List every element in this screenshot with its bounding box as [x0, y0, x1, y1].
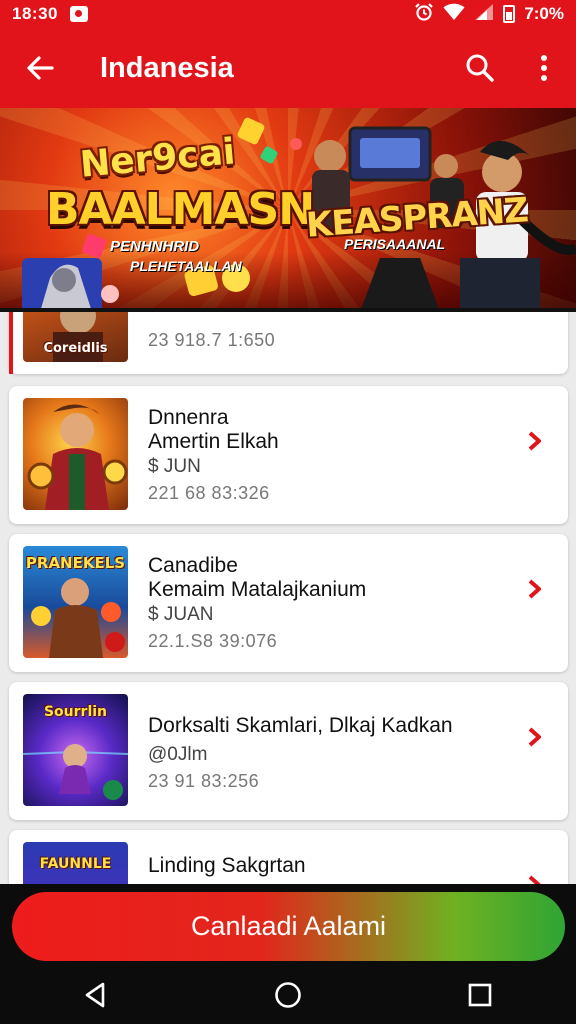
item-text: 23 918.7 1:650: [148, 326, 275, 354]
item-title: Linding Sakgrtan: [148, 854, 306, 877]
chevron-right-icon[interactable]: [524, 430, 546, 452]
item-timestamp: 22.1.S8 39:076: [148, 631, 278, 651]
list-item[interactable]: Coreidlis 23 918.7 1:650: [9, 312, 568, 374]
chevron-right-icon[interactable]: [524, 578, 546, 600]
system-nav-bar: [0, 966, 576, 1024]
banner-subtitle-2: PLEHETAALLAN: [130, 258, 242, 274]
nav-home-button[interactable]: [248, 966, 328, 1024]
item-timestamp: 23 91 83:256: [148, 771, 260, 791]
thumbnail-label: FAUNNLE: [39, 856, 112, 872]
wifi-icon: [443, 3, 465, 26]
nav-recents-icon: [468, 983, 492, 1007]
item-text: Canadibe Kemaim Matalajkanium $ JUAN 22.…: [148, 554, 366, 655]
thumbnail-label: Coreidlis: [43, 341, 108, 356]
item-subtitle: Kemaim Matalajkanium: [148, 578, 367, 601]
thumbnail-label: Sourrlin: [43, 704, 108, 720]
more-vert-icon: [541, 55, 547, 81]
game-thumbnail: PRANEKELS: [23, 546, 128, 658]
promo-banner[interactable]: Ner9cai BAALMASN PENHNHRID PLEHETAALLAN …: [0, 108, 576, 312]
cta-area: Canlaadi Aalami: [0, 884, 576, 966]
status-icons: 7:0%: [414, 2, 564, 27]
item-title: Dorksalti Skamlari, Dlkaj Kadkan: [148, 714, 453, 737]
chevron-right-icon[interactable]: [524, 726, 546, 748]
item-text: Dnnenra Amertin Elkah $ JUN 221 68 83:32…: [148, 406, 279, 507]
back-button[interactable]: [0, 28, 80, 108]
item-meta: @0Jlm: [148, 744, 208, 765]
app-actions: [448, 36, 576, 100]
banner-title-2: BAALMASN: [46, 184, 315, 235]
chevron-right-icon[interactable]: [524, 874, 546, 884]
nav-back-button[interactable]: [56, 966, 136, 1024]
game-thumbnail: FAUNNLE: [23, 842, 128, 884]
active-indicator: [9, 312, 13, 374]
item-title: Canadibe: [148, 554, 238, 577]
game-list[interactable]: Coreidlis 23 918.7 1:650 Dnnenra Amertin…: [0, 312, 576, 884]
item-title: Dnnenra: [148, 406, 229, 429]
game-thumbnail: Sourrlin: [23, 694, 128, 806]
battery-percent: 7:0%: [524, 4, 564, 23]
nav-back-icon: [85, 982, 105, 1008]
item-timestamp: 23 918.7 1:650: [148, 330, 276, 350]
item-subtitle: Amertin Elkah: [148, 430, 279, 453]
item-text: Linding Sakgrtan: [148, 854, 306, 878]
list-item[interactable]: PRANEKELS Canadibe Kemaim Matalajkanium …: [9, 534, 568, 672]
app-bar: Indanesia: [0, 28, 576, 108]
list-item[interactable]: Sourrlin Dorksalti Skamlari, Dlkaj Kadka…: [9, 682, 568, 820]
item-meta: $ JUAN: [148, 604, 214, 625]
back-arrow-icon: [27, 56, 54, 80]
status-bar: 18:30 7:0%: [0, 0, 576, 28]
page-title: Indanesia: [100, 51, 234, 84]
signal-icon: [474, 3, 494, 26]
nav-home-icon: [275, 982, 301, 1008]
item-text: Dorksalti Skamlari, Dlkaj Kadkan @0Jlm 2…: [148, 714, 453, 795]
alarm-icon: [414, 2, 434, 27]
list-item[interactable]: Dnnenra Amertin Elkah $ JUN 221 68 83:32…: [9, 386, 568, 524]
battery-icon: [503, 5, 516, 23]
item-meta: $ JUN: [148, 456, 201, 477]
list-item[interactable]: FAUNNLE Linding Sakgrtan: [9, 830, 568, 884]
search-icon: [466, 54, 494, 82]
item-timestamp: 221 68 83:326: [148, 483, 270, 503]
banner-subtitle-3: PERISAAANAL: [344, 236, 446, 252]
game-thumbnail: Coreidlis: [23, 312, 128, 362]
status-time: 18:30: [12, 4, 58, 23]
notification-icon: [69, 6, 88, 22]
more-options-button[interactable]: [512, 36, 576, 100]
nav-recents-button[interactable]: [440, 966, 520, 1024]
game-thumbnail: [23, 398, 128, 510]
thumbnail-label: PRANEKELS: [25, 554, 126, 572]
search-button[interactable]: [448, 36, 512, 100]
game-art: [27, 404, 128, 510]
banner-subtitle-1: PENHNHRID: [110, 238, 200, 255]
download-button[interactable]: Canlaadi Aalami: [12, 892, 565, 961]
